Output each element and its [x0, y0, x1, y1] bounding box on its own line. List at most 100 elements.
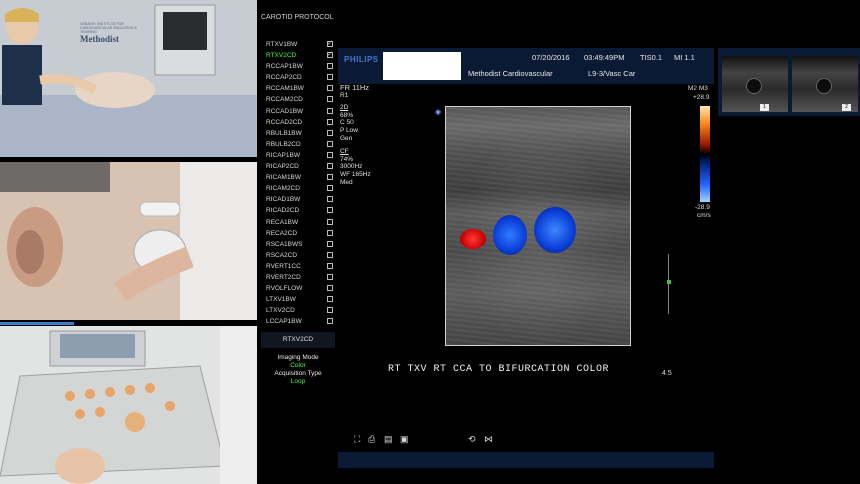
protocol-item-checkbox[interactable]: [327, 196, 333, 203]
thumbnail-number: 1: [760, 104, 769, 111]
protocol-item-checkbox[interactable]: [327, 74, 333, 81]
protocol-item-rccam1bw[interactable]: RCCAM1BW: [261, 83, 335, 94]
protocol-item-rccap1bw[interactable]: RCCAP1BW: [261, 61, 335, 72]
protocol-item-ricap1bw[interactable]: RICAP1BW: [261, 150, 335, 161]
cf-gain: 74%: [340, 155, 354, 163]
philips-logo: PHILIPS: [344, 55, 379, 64]
protocol-item-checkbox[interactable]: [327, 285, 333, 292]
protocol-item-reca2cd[interactable]: RECA2CD: [261, 228, 335, 239]
protocol-item-ltxv1bw[interactable]: LTXV1BW: [261, 294, 335, 305]
protocol-item-rccap2cd[interactable]: RCCAP2CD: [261, 72, 335, 83]
protocol-item-checkbox[interactable]: [327, 240, 333, 247]
protocol-item-label: RVERT1CC: [266, 262, 301, 270]
protocol-item-rccad1bw[interactable]: RCCAD1BW: [261, 106, 335, 117]
protocol-item-lccap1bw[interactable]: LCCAP1BW: [261, 316, 335, 326]
cf-header: CF: [340, 148, 349, 156]
protocol-item-ltxv2cd[interactable]: LTXV2CD: [261, 305, 335, 316]
printer-icon[interactable]: ⎙: [368, 434, 375, 445]
protocol-item-checkbox[interactable]: [327, 318, 333, 325]
vessel-blue-flow-1: [493, 215, 527, 255]
twod-general: Gen: [340, 134, 353, 142]
protocol-item-checkbox[interactable]: [327, 96, 333, 103]
ultrasound-image: [445, 106, 631, 346]
protocol-item-label: RVOLFLOW: [266, 285, 303, 293]
cf-frequency: 3000Hz: [340, 163, 363, 171]
thumbnail-1[interactable]: 1: [722, 56, 788, 112]
protocol-item-checkbox[interactable]: [327, 218, 333, 225]
institute-label: DEBAKEY INSTITUTE FOR CARDIOVASCULAR EDU…: [80, 22, 137, 44]
cine-icon[interactable]: ⟲: [468, 434, 476, 445]
protocol-item-label: RSCA1BWS: [266, 240, 303, 248]
protocol-item-checkbox[interactable]: [327, 251, 333, 258]
protocol-item-checkbox[interactable]: [327, 296, 333, 303]
twod-header: 2D: [340, 104, 349, 112]
colorbar-top-velocity: +28.9: [693, 94, 710, 101]
protocol-item-rvolflow[interactable]: RVOLFLOW: [261, 283, 335, 294]
thumbnail-vessel: [816, 78, 832, 94]
protocol-item-checkbox[interactable]: [327, 229, 333, 236]
scan-date: 07/20/2016: [532, 53, 570, 62]
protocol-item-rbulb1bw[interactable]: RBULB1BW: [261, 128, 335, 139]
protocol-item-checkbox[interactable]: [327, 85, 333, 92]
save-icon[interactable]: ▤: [384, 434, 393, 445]
protocol-item-rsca1bws[interactable]: RSCA1BWS: [261, 239, 335, 250]
protocol-item-rccad2cd[interactable]: RCCAD2CD: [261, 117, 335, 128]
protocol-item-checkbox[interactable]: [327, 118, 333, 125]
protocol-item-checkbox[interactable]: [327, 163, 333, 170]
protocol-item-label: RICAM2CD: [266, 185, 300, 193]
protocol-item-label: RICAP1BW: [266, 151, 300, 159]
protocol-item-label: RTXV2CD: [266, 52, 297, 60]
protocol-item-checkbox[interactable]: [327, 262, 333, 269]
protocol-item-checkbox[interactable]: [327, 307, 333, 314]
protocol-item-checkbox[interactable]: [327, 39, 333, 49]
protocol-item-checkbox[interactable]: [327, 107, 333, 114]
protocol-item-ricam1bw[interactable]: RICAM1BW: [261, 172, 335, 183]
protocol-item-ricad2cd[interactable]: RICAD2CD: [261, 205, 335, 216]
vessel-blue-flow-2: [534, 207, 576, 253]
twod-compression: C 50: [340, 119, 354, 127]
selected-protocol-name: RTXV2CD: [261, 332, 335, 348]
protocol-item-ricam2cd[interactable]: RICAM2CD: [261, 183, 335, 194]
video-panel-sonographer: DEBAKEY INSTITUTE FOR CARDIOVASCULAR EDU…: [0, 0, 257, 157]
protocol-item-rvert2cd[interactable]: RVERT2CD: [261, 272, 335, 283]
protocol-item-checkbox[interactable]: [327, 151, 333, 158]
protocol-title: CAROTID PROTOCOL 2016: [261, 14, 335, 21]
thumbnail-2[interactable]: 2: [792, 56, 858, 112]
protocol-list[interactable]: RTXV1BW RTXV2CD RCCAP1BW RCCAP2CD RCCAM1BW RC…: [261, 39, 335, 326]
ultrasound-screen: PHILIPS 07/20/2016 03:49:49PM TIS0.1 MI …: [338, 48, 714, 468]
protocol-item-rtxv2cd[interactable]: RTXV2CD: [261, 49, 335, 61]
protocol-item-reca1bw[interactable]: RECA1BW: [261, 217, 335, 228]
protocol-item-label: RCCAP2CD: [266, 74, 302, 82]
frame-rate: FR 11Hz: [340, 83, 370, 92]
protocol-scrollbar[interactable]: [0, 322, 74, 325]
video-panel-probe-closeup: [0, 162, 257, 320]
protocol-item-checkbox[interactable]: [327, 185, 333, 192]
depth-scale: [668, 254, 675, 314]
thumbnail-number: 2: [842, 104, 851, 111]
protocol-item-rtxv1bw[interactable]: RTXV1BW: [261, 39, 335, 50]
protocol-item-checkbox[interactable]: [327, 49, 333, 60]
protocol-item-checkbox[interactable]: [327, 207, 333, 214]
protocol-item-rvert1cc[interactable]: RVERT1CC: [261, 261, 335, 272]
protocol-item-rsca2cd[interactable]: RSCA2CD: [261, 250, 335, 261]
protocol-item-checkbox[interactable]: [327, 63, 333, 70]
probe-closeup-scene: [0, 162, 257, 320]
protocol-panel: CAROTID PROTOCOL 2016 RTXV1BW RTXV2CD RCCA…: [261, 14, 335, 326]
protocol-item-label: LCCAP1BW: [266, 318, 302, 326]
protocol-item-checkbox[interactable]: [327, 140, 333, 147]
protocol-item-checkbox[interactable]: [327, 273, 333, 280]
camera-icon[interactable]: ⛶: [354, 434, 360, 445]
mi-value: MI 1.1: [674, 53, 695, 62]
protocol-item-ricad1bw[interactable]: RICAD1BW: [261, 194, 335, 205]
protocol-item-label: RECA1BW: [266, 218, 299, 226]
protocol-item-rccam2cd[interactable]: RCCAM2CD: [261, 94, 335, 105]
protocol-item-rbulb2cd[interactable]: RBULB2CD: [261, 139, 335, 150]
protocol-item-checkbox[interactable]: [327, 129, 333, 136]
image-icon[interactable]: ▣: [400, 434, 409, 445]
artery-red-flow: [460, 229, 486, 249]
protocol-item-ricap2cd[interactable]: RICAP2CD: [261, 161, 335, 172]
bowtie-icon[interactable]: ⋈: [484, 434, 493, 445]
protocol-item-label: RCCAD1BW: [266, 107, 304, 115]
protocol-item-label: RICAD1BW: [266, 196, 301, 204]
protocol-item-checkbox[interactable]: [327, 174, 333, 181]
